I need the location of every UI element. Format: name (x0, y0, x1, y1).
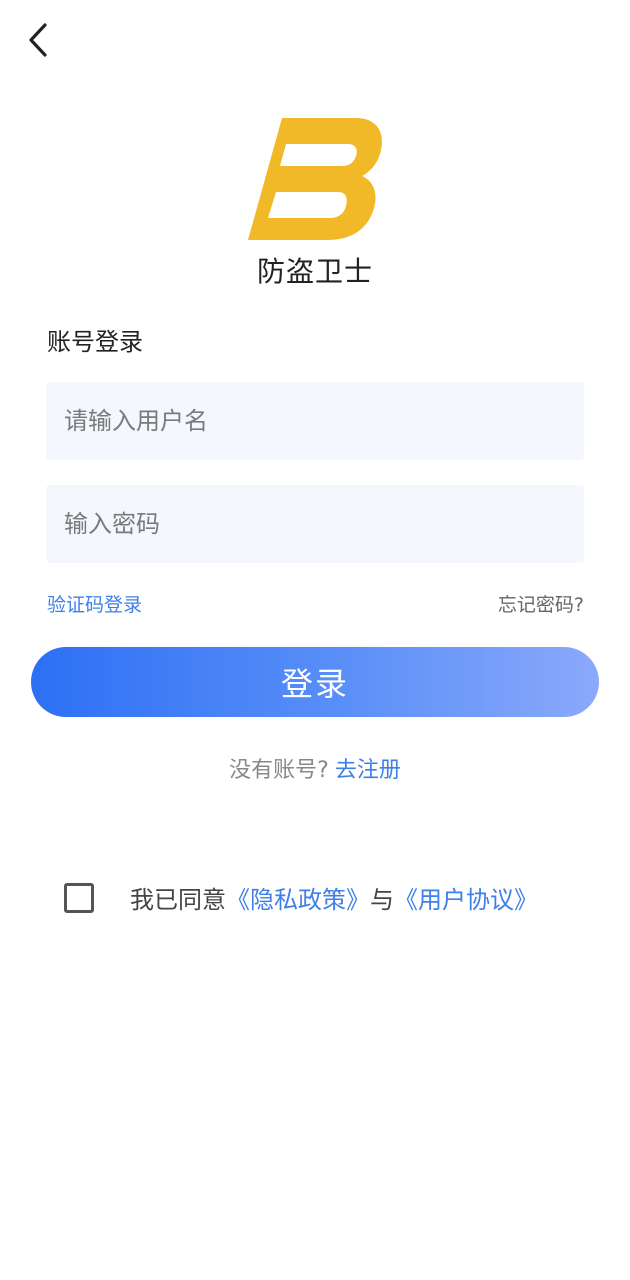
agreement-text: 我已同意《隐私政策》与《用户协议》 (130, 880, 538, 915)
login-button[interactable]: 登录 (31, 647, 599, 717)
sms-login-link[interactable]: 验证码登录 (47, 590, 142, 617)
login-page: 防盗卫士 账号登录 验证码登录 忘记密码? 登录 没有账号?去注册 我已同意《隐… (0, 0, 630, 1280)
privacy-policy-link[interactable]: 《隐私政策》 (226, 886, 370, 914)
chevron-left-icon (29, 23, 47, 57)
agreement-joiner: 与 (370, 886, 394, 914)
forgot-password-link[interactable]: 忘记密码? (498, 590, 584, 617)
username-field[interactable] (46, 382, 584, 460)
agreement-checkbox[interactable] (64, 882, 94, 913)
app-name: 防盗卫士 (256, 255, 373, 288)
password-input[interactable] (64, 510, 584, 538)
password-field[interactable] (46, 485, 584, 563)
agreement-row: 我已同意《隐私政策》与《用户协议》 (64, 880, 538, 915)
register-row: 没有账号? 去注册 (0, 752, 630, 784)
agreement-prefix: 我已同意 (130, 886, 226, 914)
register-link[interactable]: 去注册 (335, 758, 401, 783)
register-prompt: 没有账号? (229, 758, 329, 783)
login-title: 账号登录 (47, 328, 143, 356)
fb-logo-icon (248, 118, 382, 240)
username-input[interactable] (64, 407, 584, 435)
back-button[interactable] (18, 18, 58, 62)
user-agreement-link[interactable]: 《用户协议》 (394, 886, 538, 914)
